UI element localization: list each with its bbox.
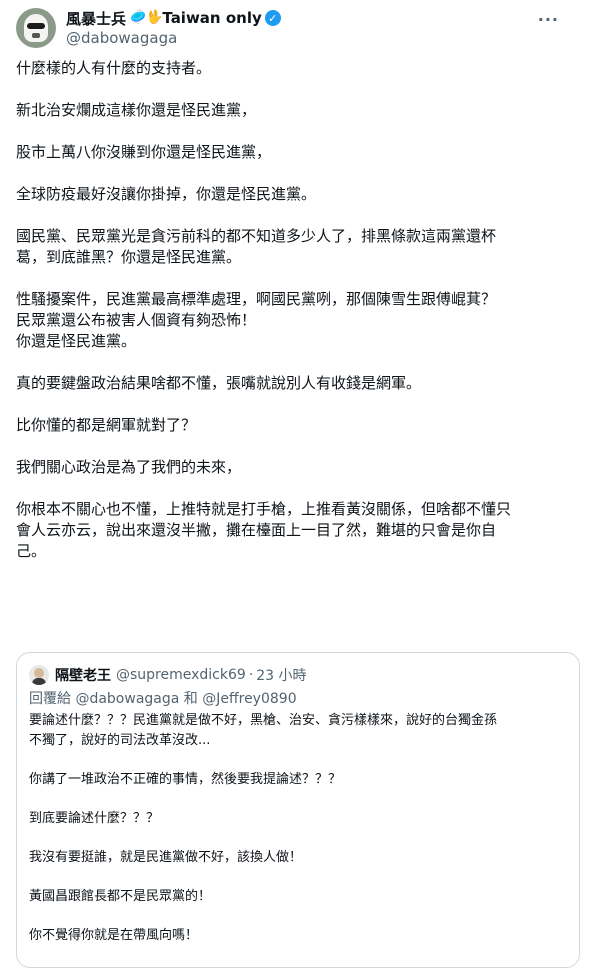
avatar-shirt (32, 678, 46, 685)
quoted-paragraph: 你講了一堆政治不正確的事情，然後要我提論述？？？ (29, 772, 342, 787)
quoted-timestamp[interactable]: 23 小時 (256, 665, 306, 685)
quoted-author-handle[interactable]: @supremexdick69 (116, 667, 246, 683)
tweet-paragraph: 股市上萬八你沒賺到你還是怪民進黨， (16, 143, 272, 161)
tweet-paragraph: 全球防疫最好沒讓你掛掉，你還是怪民進黨。 (16, 185, 317, 203)
tweet-paragraph: 你根本不關心也不懂，上推特就是打手槍，上推看黃沒關係，但啥都不懂只 會人云亦云，… (16, 500, 512, 560)
verified-badge-icon: ✓ (264, 10, 281, 26)
tweet-header: 風暴士兵 🥏🖖 Taiwan only ✓ @dabowagaga ··· (16, 0, 573, 56)
tweet-text: 什麼樣的人有什麼的支持者。 新北治安爛成這樣你還是怪民進黨， 股市上萬八你沒賺到… (16, 58, 573, 562)
separator-dot: · (248, 667, 254, 683)
quoted-tweet-header: 隔壁老王 @supremexdick69 · 23 小時 (29, 665, 567, 685)
avatar-visor (27, 23, 45, 29)
tweet-paragraph: 性騷擾案件，民進黨最高標準處理，啊國民黨咧，那個陳雪生跟傅崐萁？ 民眾黨還公布被… (16, 290, 497, 350)
author-handle[interactable]: @dabowagaga (66, 29, 281, 47)
quoted-tweet-text: 要論述什麼？？？民進黨就是做不好，黑槍、治安、貪污樣樣來，說好的台獨金孫 不獨了… (29, 711, 567, 946)
quoted-paragraph: 到底要論述什麼？？？ (29, 811, 160, 826)
author-emoji: 🥏🖖 (130, 10, 163, 25)
tweet-paragraph: 我們關心政治是為了我們的未來， (16, 458, 242, 476)
tweet: 風暴士兵 🥏🖖 Taiwan only ✓ @dabowagaga ··· 什麼… (0, 0, 589, 974)
quoted-author-avatar[interactable] (29, 665, 49, 685)
tweet-paragraph: 什麼樣的人有什麼的支持者。 (16, 59, 212, 77)
quoted-paragraph: 黃國昌跟館長都不是民眾黨的！ (29, 889, 212, 904)
tweet-paragraph: 國民黨、民眾黨光是貪污前科的都不知道多少人了，排黑條款這兩黨還杯 葛，到底誰黑？… (16, 227, 497, 266)
author-name-row[interactable]: 風暴士兵 🥏🖖 Taiwan only ✓ (66, 8, 281, 28)
quoted-tweet-card[interactable]: 隔壁老王 @supremexdick69 · 23 小時 回覆給 @dabowa… (16, 652, 580, 968)
reply-prefix: 回覆給 (29, 691, 71, 707)
more-options-icon[interactable]: ··· (538, 10, 559, 29)
quoted-paragraph: 要論述什麼？？？民進黨就是做不好，黑槍、治安、貪污樣樣來，說好的台獨金孫 不獨了… (29, 713, 498, 748)
avatar-face (34, 668, 44, 678)
author-avatar[interactable] (16, 8, 56, 48)
author-display-name[interactable]: 風暴士兵 (66, 8, 126, 29)
quoted-author-name[interactable]: 隔壁老王 (55, 665, 111, 685)
reply-mentions[interactable]: @dabowagaga 和 @Jeffrey0890 (75, 691, 296, 707)
avatar-mouth (32, 33, 40, 38)
author-name-suffix[interactable]: Taiwan only (162, 9, 261, 27)
quoted-paragraph: 我沒有要挺誰，就是民進黨做不好，該換人做！ (29, 850, 303, 865)
reply-context: 回覆給 @dabowagaga 和 @Jeffrey0890 (29, 688, 567, 708)
author-names: 風暴士兵 🥏🖖 Taiwan only ✓ @dabowagaga (66, 8, 281, 47)
quoted-paragraph: 你不覺得你就是在帶風向嗎！ (29, 928, 199, 943)
tweet-paragraph: 比你懂的都是網軍就對了？ (16, 416, 197, 434)
tweet-paragraph: 新北治安爛成這樣你還是怪民進黨， (16, 101, 257, 119)
tweet-paragraph: 真的要鍵盤政治結果啥都不懂，張嘴就說別人有收錢是網軍。 (16, 374, 422, 392)
